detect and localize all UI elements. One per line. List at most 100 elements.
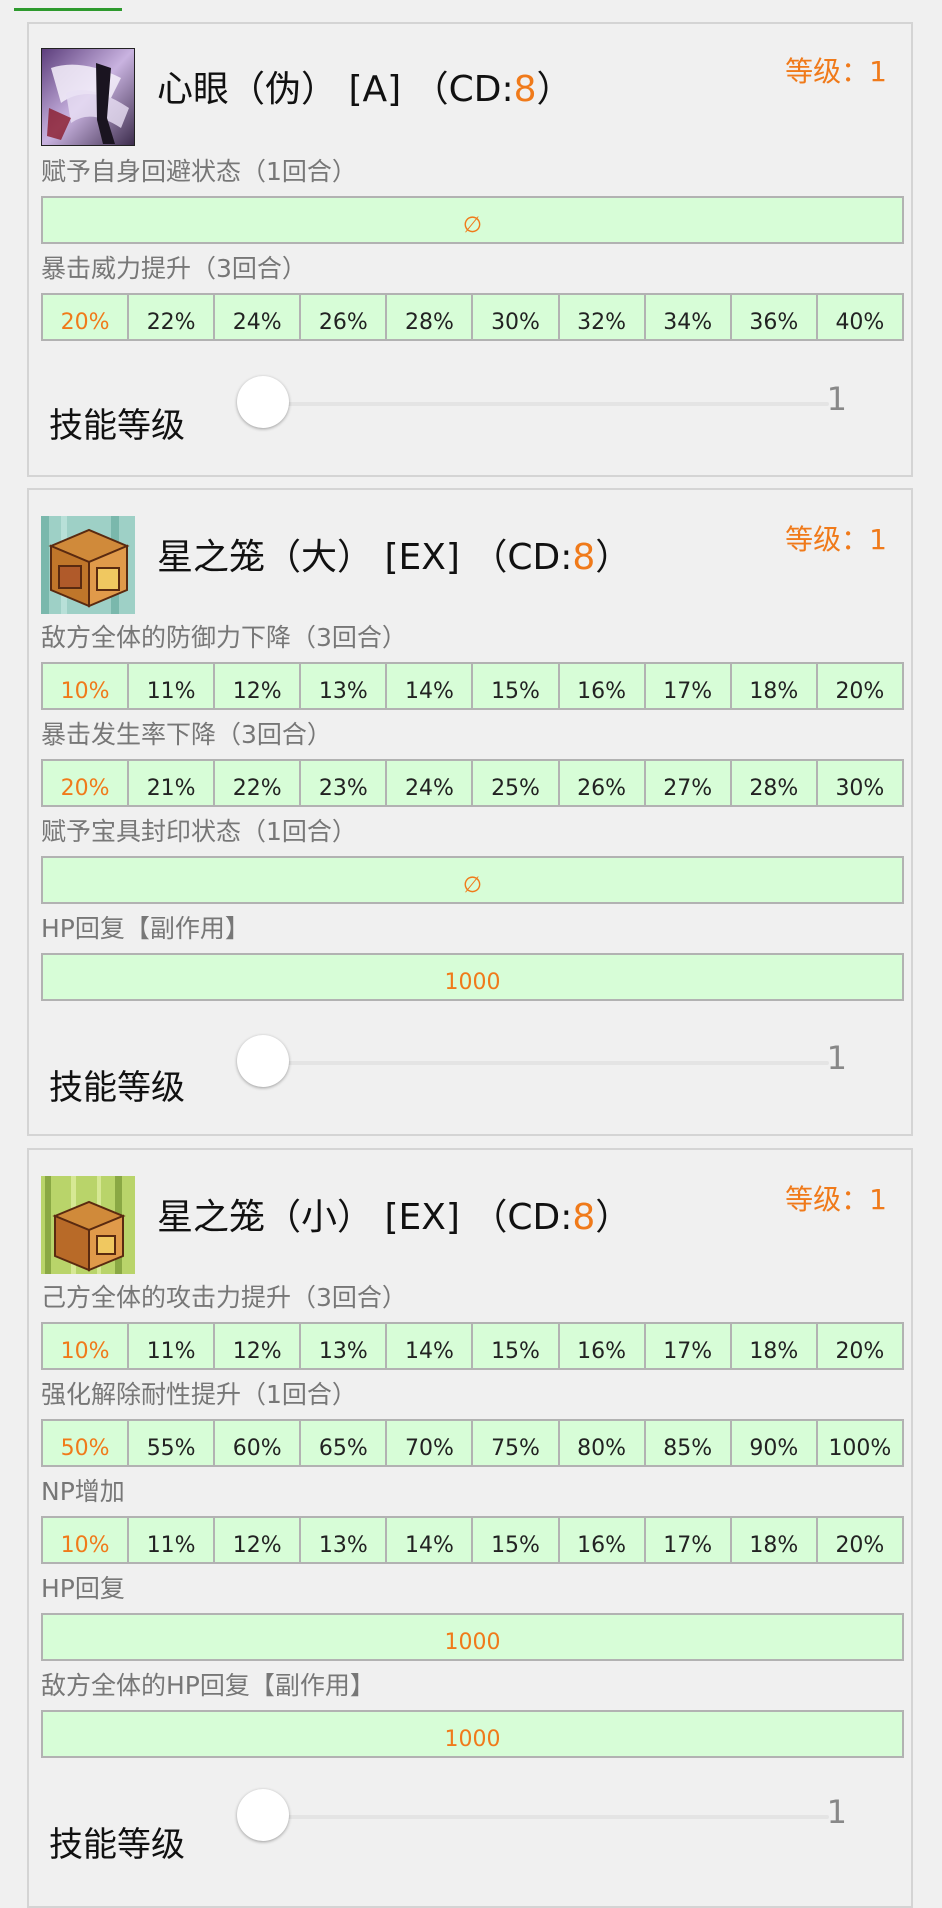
effect-value-cell: 26%: [560, 761, 646, 805]
effect-value-cell: 22%: [215, 761, 302, 805]
effect-value: 1000: [444, 970, 501, 995]
cd-value: 8: [572, 537, 596, 578]
skill-level-slider-thumb[interactable]: [237, 376, 289, 428]
effect-label: HP回复: [41, 1574, 125, 1603]
effect-value-cell: 20%: [43, 295, 130, 339]
skill-title: 星之笼（小） [EX] （CD:8）: [157, 1197, 632, 1238]
effect-value-row: ∅: [41, 196, 904, 244]
level-badge: 等级：1: [785, 55, 887, 88]
effect-label: HP回复【副作用】: [41, 914, 250, 943]
effect-value-cell: 23%: [301, 761, 388, 805]
effect-value: ∅: [462, 213, 483, 238]
effect-value-row: 1000: [41, 953, 904, 1001]
effect-value-cell: 16%: [560, 1324, 646, 1368]
effect-value-cell: 34%: [646, 295, 732, 339]
effect-value-cell: 12%: [215, 1324, 302, 1368]
effect-value-cell: 20%: [43, 761, 130, 805]
effect-value-cell: 30%: [473, 295, 560, 339]
effect-label: 暴击威力提升（3回合）: [41, 254, 307, 283]
effect-label: 敌方全体的防御力下降（3回合）: [41, 623, 407, 652]
effect-value-row: 20% 21% 22% 23% 24% 25% 26% 27% 28% 30%: [41, 759, 904, 807]
effect-value-cell: 20%: [835, 1533, 885, 1558]
skill-level-label: 技能等级: [49, 406, 185, 446]
level-badge: 等级：1: [785, 1183, 887, 1216]
effect-value-row: 10% 11% 12% 13% 14% 15% 16% 17% 18% 20%: [41, 662, 904, 710]
eye-of-mind-icon: [41, 48, 135, 146]
skill-title: 心眼（伪） [A] （CD:8）: [157, 69, 573, 110]
effect-value-cell: 13%: [301, 1518, 388, 1562]
effect-value-cell: 90%: [732, 1421, 818, 1465]
effect-label: 赋予自身回避状态（1回合）: [41, 157, 357, 186]
skill-card-3: 星之笼（小） [EX] （CD:8） 等级：1 己方全体的攻击力提升（3回合） …: [27, 1148, 913, 1908]
effect-value-cell: 15%: [473, 1324, 560, 1368]
effect-value-cell: 65%: [301, 1421, 388, 1465]
effect-value-cell: 22%: [129, 295, 216, 339]
skill-card-2: 星之笼（大） [EX] （CD:8） 等级：1 敌方全体的防御力下降（3回合） …: [27, 488, 913, 1136]
effect-value-cell: 75%: [473, 1421, 560, 1465]
effect-value-cell: 11%: [129, 664, 216, 708]
effect-value-cell: 14%: [387, 664, 474, 708]
skill-level-slider-thumb[interactable]: [237, 1035, 289, 1087]
skill-card-1: 心眼（伪） [A] （CD:8） 等级：1 赋予自身回避状态（1回合） ∅ 暴击…: [27, 22, 913, 477]
effect-value-cell: 30%: [835, 776, 885, 801]
effect-label: 暴击发生率下降（3回合）: [41, 720, 332, 749]
effect-value-cell: 12%: [215, 664, 302, 708]
skill-level-slider[interactable]: [249, 1061, 829, 1065]
effect-value-cell: 13%: [301, 1324, 388, 1368]
effect-value-cell: 26%: [301, 295, 388, 339]
effect-value: ∅: [462, 873, 483, 898]
effect-value-cell: 15%: [473, 664, 560, 708]
effect-value-cell: 10%: [43, 664, 130, 708]
effect-value-row: ∅: [41, 856, 904, 904]
effect-label: 赋予宝具封印状态（1回合）: [41, 817, 357, 846]
effect-value-cell: 10%: [43, 1518, 130, 1562]
skill-level-value: 1: [826, 1793, 847, 1831]
effect-value-cell: 20%: [835, 679, 885, 704]
skill-level-value: 1: [826, 380, 847, 418]
effect-value-cell: 16%: [560, 664, 646, 708]
effect-value-cell: 14%: [387, 1324, 474, 1368]
effect-value-cell: 24%: [387, 761, 474, 805]
effect-value-cell: 18%: [732, 664, 818, 708]
effect-value-cell: 27%: [646, 761, 732, 805]
effect-value-cell: 25%: [473, 761, 560, 805]
skill-level-slider[interactable]: [249, 1815, 829, 1819]
effect-value-row: 1000: [41, 1710, 904, 1758]
star-cage-small-icon: [41, 1176, 135, 1274]
effect-value-cell: 21%: [129, 761, 216, 805]
effect-value-row: 50% 55% 60% 65% 70% 75% 80% 85% 90% 100%: [41, 1419, 904, 1467]
effect-value-cell: 11%: [129, 1324, 216, 1368]
effect-value-cell: 15%: [473, 1518, 560, 1562]
skill-level-slider-thumb[interactable]: [237, 1789, 289, 1841]
effect-value-cell: 11%: [129, 1518, 216, 1562]
star-cage-large-icon: [41, 516, 135, 614]
skill-level-label: 技能等级: [49, 1825, 185, 1865]
effect-value-cell: 32%: [560, 295, 646, 339]
effect-value-cell: 17%: [646, 1518, 732, 1562]
effect-value-cell: 18%: [732, 1324, 818, 1368]
effect-value-cell: 28%: [387, 295, 474, 339]
effect-value-row: 1000: [41, 1613, 904, 1661]
effect-value-cell: 80%: [560, 1421, 646, 1465]
effect-value-cell: 17%: [646, 664, 732, 708]
effect-value-cell: 28%: [732, 761, 818, 805]
effect-value-cell: 14%: [387, 1518, 474, 1562]
effect-value-cell: 60%: [215, 1421, 302, 1465]
effect-value-cell: 13%: [301, 664, 388, 708]
skill-title: 星之笼（大） [EX] （CD:8）: [157, 537, 632, 578]
effect-value-cell: 55%: [129, 1421, 216, 1465]
cd-value: 8: [572, 1197, 596, 1238]
effect-label: 己方全体的攻击力提升（3回合）: [41, 1283, 407, 1312]
effect-value-row: 20% 22% 24% 26% 28% 30% 32% 34% 36% 40%: [41, 293, 904, 341]
effect-value: 1000: [444, 1630, 501, 1655]
effect-value-row: 10% 11% 12% 13% 14% 15% 16% 17% 18% 20%: [41, 1516, 904, 1564]
effect-value-cell: 20%: [835, 1339, 885, 1364]
effect-value-cell: 16%: [560, 1518, 646, 1562]
effect-value-cell: 17%: [646, 1324, 732, 1368]
effect-value-cell: 85%: [646, 1421, 732, 1465]
skill-level-label: 技能等级: [49, 1068, 185, 1108]
effect-value-cell: 24%: [215, 295, 302, 339]
skill-level-slider[interactable]: [249, 402, 829, 406]
effect-value-cell: 36%: [732, 295, 818, 339]
effect-value-cell: 100%: [828, 1436, 892, 1461]
